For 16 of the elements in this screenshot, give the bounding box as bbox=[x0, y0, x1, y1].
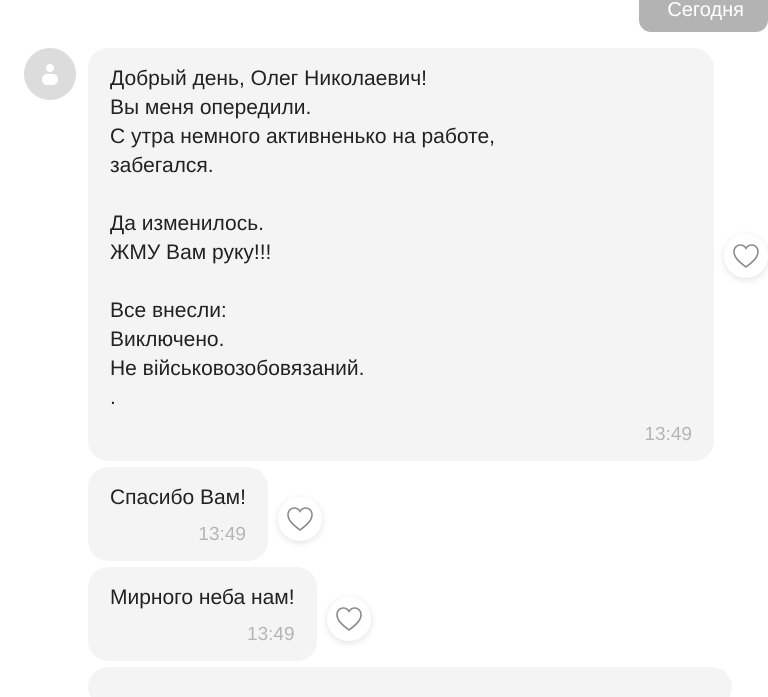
message-text: Да изменилось. ЖМУ Вам руку!!! bbox=[110, 211, 272, 266]
message-time: 13:49 bbox=[246, 623, 295, 647]
like-button[interactable] bbox=[326, 597, 371, 641]
message-text: Добрый день, Олег Николаевич! Вы меня опередили. С утра немного активненько на работе, забегался. bbox=[110, 66, 496, 179]
person-icon bbox=[42, 63, 58, 85]
like-button[interactable] bbox=[724, 234, 768, 278]
message-text: Спасибо Вам! bbox=[110, 485, 246, 511]
message-text: Мирного неба нам! bbox=[110, 585, 295, 611]
heart-icon bbox=[732, 243, 760, 269]
like-button[interactable] bbox=[278, 497, 322, 541]
heart-icon bbox=[334, 606, 363, 632]
date-label: Сегодня bbox=[639, 0, 768, 32]
message-text: Все внесли: Виключено. Не військовозобовязаний. . bbox=[110, 298, 366, 411]
heart-icon bbox=[286, 506, 314, 532]
message-time: 13:49 bbox=[197, 523, 246, 547]
message-time: 13:49 bbox=[643, 423, 692, 447]
